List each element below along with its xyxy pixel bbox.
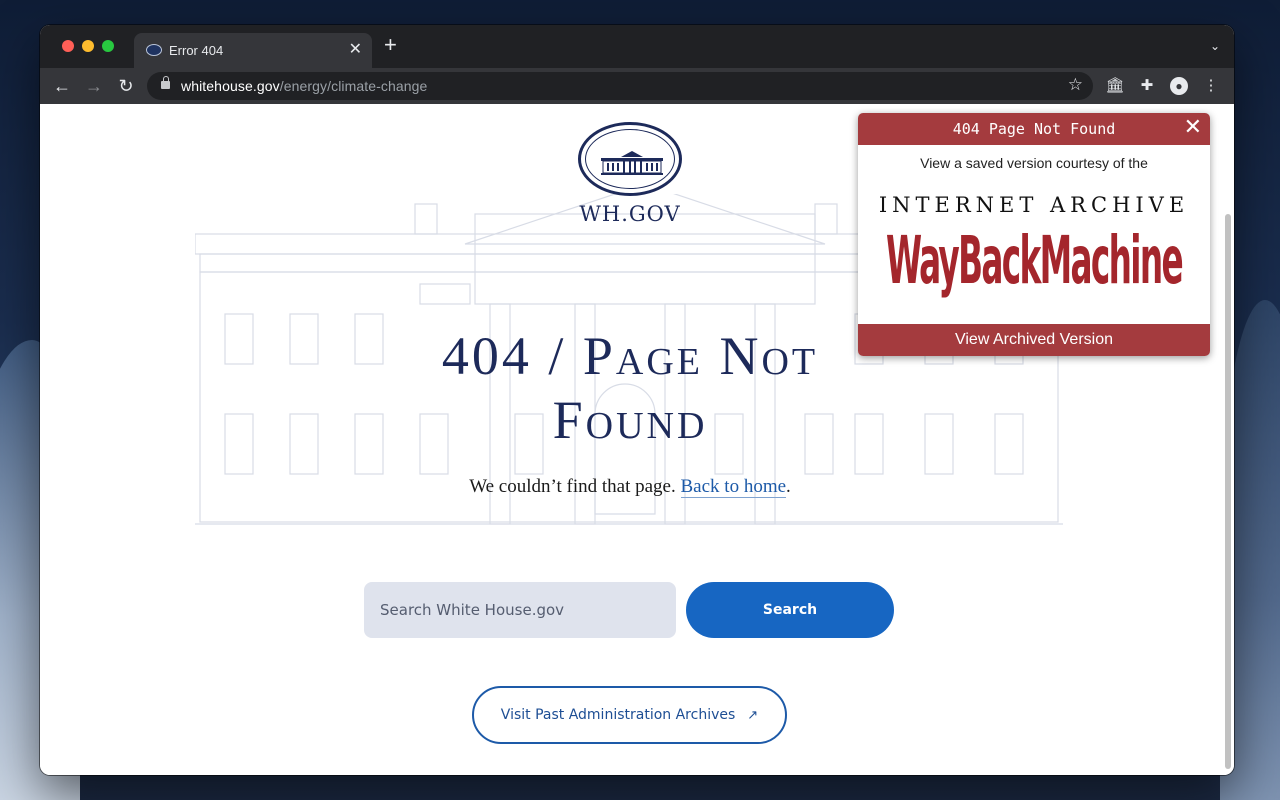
page-title-line-1: 404 / Page Not	[441, 326, 819, 386]
address-bar[interactable]: whitehouse.gov/energy/climate-change ☆	[147, 72, 1093, 100]
close-icon[interactable]: ✕	[1184, 113, 1202, 143]
url-text[interactable]: whitehouse.gov/energy/climate-change	[181, 78, 427, 94]
close-window-button[interactable]	[62, 40, 74, 52]
minimize-window-button[interactable]	[82, 40, 94, 52]
external-link-arrow-icon: ↗	[747, 708, 759, 723]
wayback-popup-title: 404 Page Not Found	[952, 120, 1116, 138]
wayback-machine-popup: 404 Page Not Found ✕ View a saved versio…	[858, 113, 1210, 356]
wayback-popup-subtitle: View a saved version courtesy of the	[920, 155, 1148, 171]
maximize-window-button[interactable]	[102, 40, 114, 52]
browser-toolbar: ← → ↻ whitehouse.gov/energy/climate-chan…	[40, 68, 1234, 104]
white-house-building-icon	[601, 151, 663, 175]
page-title-line-2: Found	[552, 390, 708, 450]
tab-error-404[interactable]: Error 404 ✕	[134, 33, 372, 68]
bookmark-star-icon[interactable]: ☆	[1068, 75, 1083, 95]
tab-search-chevron-down-icon[interactable]: ⌄	[1210, 39, 1220, 53]
back-to-home-link[interactable]: Back to home	[680, 476, 787, 498]
svg-text:WayBackMachine: WayBackMachine	[886, 222, 1182, 299]
more-menu-icon[interactable]: ⋮	[1200, 74, 1222, 98]
search-button[interactable]: Search	[686, 582, 894, 638]
site-logo-text[interactable]: WH.GOV	[530, 202, 730, 226]
whitehouse-favicon-icon	[146, 44, 162, 56]
archives-button-label: Visit Past Administration Archives	[500, 707, 736, 723]
view-archived-version-button[interactable]: View Archived Version	[858, 324, 1210, 356]
internet-archive-wordmark: INTERNET ARCHIVE	[878, 193, 1190, 217]
wayback-extension-icon[interactable]: 🏛	[1104, 74, 1126, 98]
not-found-message: We couldn’t find that page. Back to home…	[469, 476, 791, 498]
extensions-puzzle-icon[interactable]: ✚	[1136, 74, 1158, 98]
tab-close-icon[interactable]: ✕	[349, 39, 362, 59]
reload-icon[interactable]: ↻	[114, 74, 138, 98]
whitehouse-seal-logo[interactable]	[578, 122, 682, 196]
wayback-machine-logo: WayBackMachine	[886, 222, 1184, 299]
browser-window: Error 404 ✕ + ⌄ ← → ↻ whitehouse.gov/ene…	[40, 25, 1234, 775]
tab-title: Error 404	[169, 43, 224, 58]
back-arrow-icon[interactable]: ←	[50, 74, 74, 98]
lock-icon[interactable]	[161, 76, 170, 89]
tab-bar: Error 404 ✕ + ⌄	[40, 25, 1234, 68]
wayback-popup-header: 404 Page Not Found ✕	[858, 113, 1210, 145]
page-title: 404 / Page Not Found	[340, 324, 920, 452]
page-content: WH.GOV 404 / Page Not Found We couldn’t …	[40, 104, 1234, 775]
search-input[interactable]: Search White House.gov	[364, 582, 676, 638]
profile-avatar-icon[interactable]: ●	[1168, 74, 1190, 98]
forward-arrow-icon[interactable]: →	[82, 74, 106, 98]
new-tab-plus-icon[interactable]: +	[384, 34, 397, 56]
page-scrollbar[interactable]	[1225, 214, 1231, 769]
past-administration-archives-button[interactable]: Visit Past Administration Archives ↗	[472, 686, 787, 744]
